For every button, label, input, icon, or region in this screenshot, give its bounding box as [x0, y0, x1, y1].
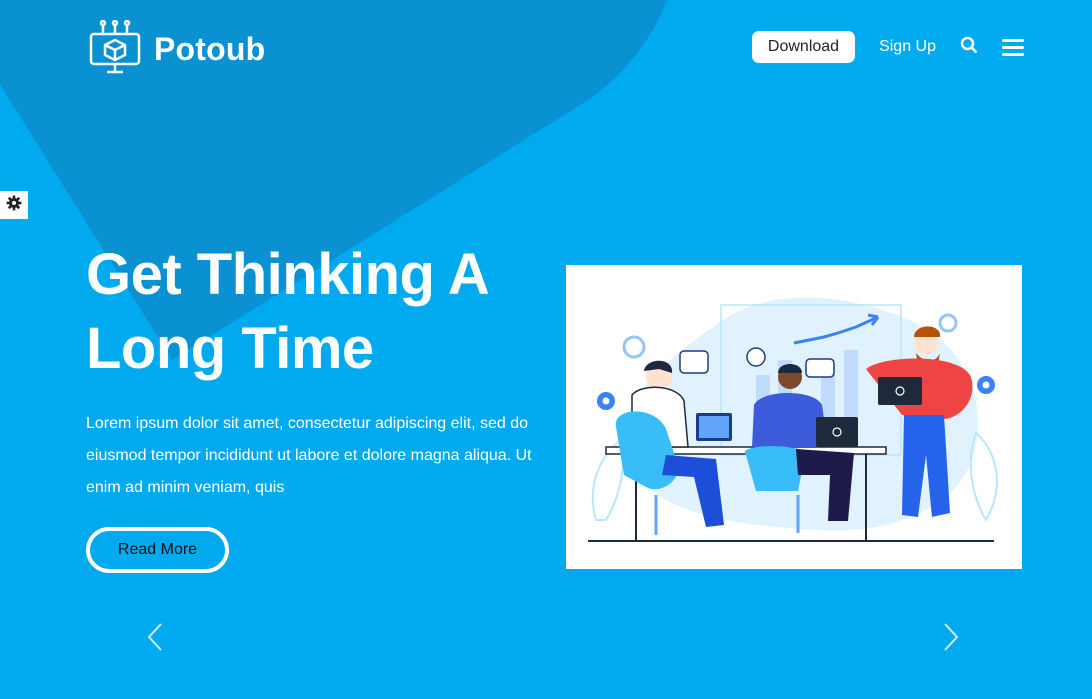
hero-description: Lorem ipsum dolor sit amet, consectetur …	[86, 415, 532, 496]
header-nav: Download Sign Up	[751, 31, 1024, 63]
read-more-button[interactable]: Read More	[86, 527, 229, 573]
carousel-prev-button[interactable]	[146, 622, 164, 657]
hero-title: Get Thinking A Long Time	[86, 242, 488, 381]
search-button[interactable]	[960, 36, 978, 59]
download-button[interactable]: Download	[751, 31, 856, 63]
hero-illustration	[566, 265, 1022, 569]
brand-logo[interactable]: Potoub	[88, 19, 266, 79]
signup-link[interactable]: Sign Up	[879, 38, 936, 56]
gear-icon	[6, 195, 22, 216]
chevron-right-icon	[942, 623, 960, 656]
settings-toggle[interactable]	[0, 191, 28, 219]
hamburger-menu-icon[interactable]	[1002, 38, 1024, 56]
brand-name: Potoub	[154, 31, 266, 67]
search-icon	[960, 36, 978, 59]
carousel-next-button[interactable]	[942, 622, 960, 657]
monitor-cube-icon	[88, 19, 142, 79]
site-header: Potoub Download Sign Up	[0, 0, 1092, 95]
chevron-left-icon	[146, 623, 164, 656]
